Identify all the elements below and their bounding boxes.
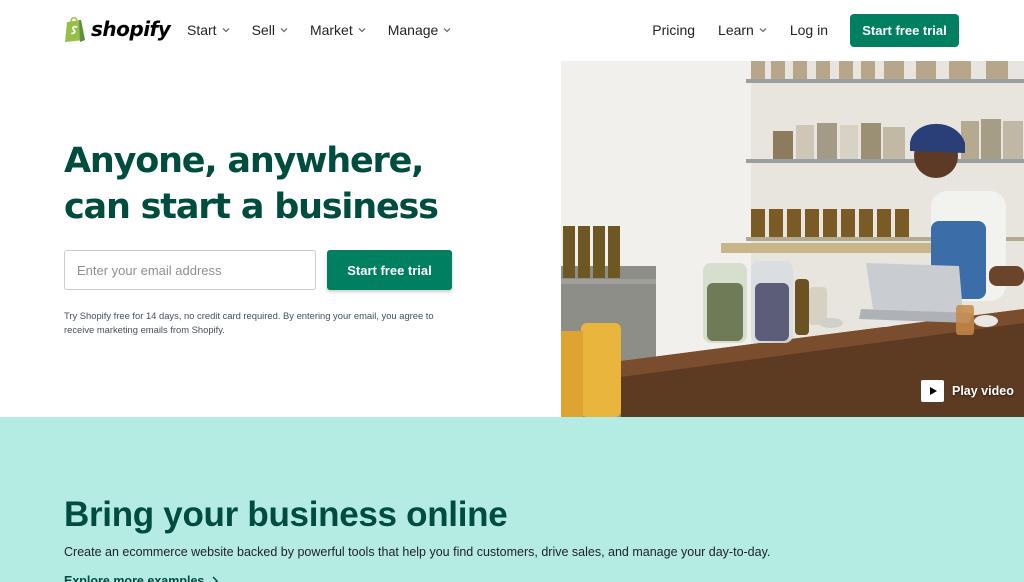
shopify-logo[interactable]: shopify: [64, 15, 171, 43]
section-subtitle: Create an ecommerce website backed by po…: [64, 545, 771, 559]
logo-wordmark: shopify: [91, 17, 171, 41]
chevron-down-icon: [443, 28, 451, 33]
nav-start-label: Start: [187, 22, 217, 38]
shopping-bag-icon: [65, 16, 85, 42]
explore-examples-label: Explore more examples: [64, 574, 205, 582]
nav-sell[interactable]: Sell: [252, 22, 288, 38]
nav-login[interactable]: Log in: [790, 22, 828, 38]
email-input[interactable]: [64, 250, 316, 290]
nav-pricing[interactable]: Pricing: [652, 22, 695, 38]
hero-photo: [561, 61, 1024, 417]
play-video-button[interactable]: Play video: [921, 380, 1014, 402]
nav-manage-label: Manage: [387, 22, 439, 38]
nav-start[interactable]: Start: [187, 22, 230, 38]
arrow-right-icon: [212, 576, 219, 582]
hero-title-line-2: can start a business: [64, 187, 439, 227]
play-icon: [921, 380, 944, 402]
nav-learn-label: Learn: [718, 22, 754, 38]
site-header: shopify Start Sell Market Manage Pricing…: [0, 0, 1024, 61]
nav-sell-label: Sell: [251, 22, 275, 38]
explore-examples-link[interactable]: Explore more examples: [64, 574, 220, 582]
hero-title: Anyone, anywhere, can start a business: [64, 138, 439, 230]
nav-market-label: Market: [309, 22, 353, 38]
nav-learn[interactable]: Learn: [718, 22, 767, 38]
chevron-down-icon: [222, 28, 230, 33]
hero-title-line-1: Anyone, anywhere,: [64, 141, 424, 181]
trial-disclaimer: Try Shopify free for 14 days, no credit …: [64, 310, 434, 335]
header-start-trial-button[interactable]: Start free trial: [850, 14, 959, 47]
chevron-down-icon: [358, 28, 366, 33]
chevron-down-icon: [280, 28, 288, 33]
hero-start-trial-button[interactable]: Start free trial: [327, 250, 452, 290]
section-title: Bring your business online: [64, 495, 508, 534]
secondary-nav: Pricing Learn Log in: [652, 22, 828, 38]
nav-manage[interactable]: Manage: [388, 22, 452, 38]
play-video-label: Play video: [952, 384, 1014, 398]
chevron-down-icon: [759, 28, 767, 33]
main-nav: Start Sell Market Manage: [187, 22, 451, 38]
nav-pricing-label: Pricing: [652, 22, 696, 38]
nav-market[interactable]: Market: [310, 22, 366, 38]
herbal-shop-illustration: [561, 61, 1024, 417]
nav-login-label: Log in: [789, 22, 828, 38]
